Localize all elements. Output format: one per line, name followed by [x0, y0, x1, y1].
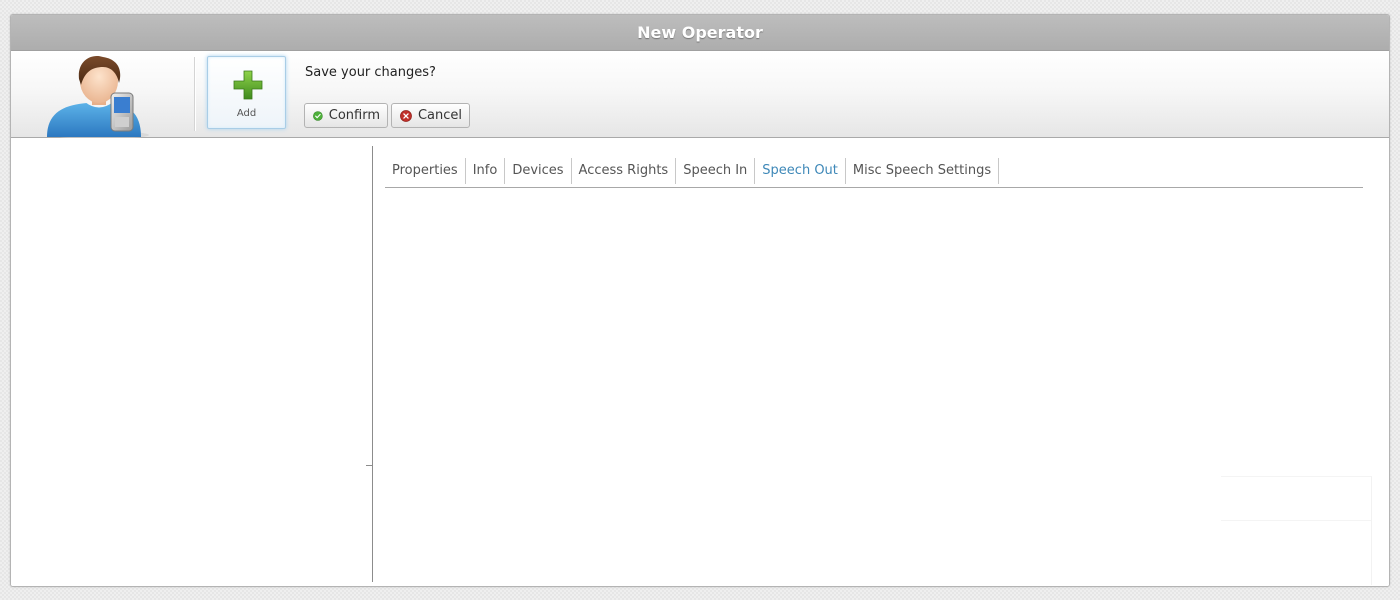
operator-with-phone-icon: [47, 55, 149, 139]
toolbar-separator: [194, 57, 195, 131]
tab-access-rights[interactable]: Access Rights: [572, 158, 677, 184]
faint-divider: [1221, 520, 1371, 521]
cancel-button[interactable]: Cancel: [391, 103, 470, 128]
tab-properties[interactable]: Properties: [385, 158, 466, 184]
tab-bar: Properties Info Devices Access Rights Sp…: [385, 158, 1363, 188]
new-operator-window: New Operator Add Save your changes? Conf…: [10, 14, 1390, 587]
tab-speech-out[interactable]: Speech Out: [755, 158, 846, 184]
faint-panel: [1221, 476, 1372, 585]
check-circle-icon: [313, 110, 323, 121]
window-title: New Operator: [11, 15, 1389, 51]
confirm-button[interactable]: Confirm: [304, 103, 388, 128]
tab-speech-in[interactable]: Speech In: [676, 158, 756, 184]
cancel-button-label: Cancel: [417, 108, 462, 123]
tab-misc-speech-settings[interactable]: Misc Speech Settings: [846, 158, 1000, 184]
add-button[interactable]: Add: [207, 56, 286, 129]
toolbar: Add Save your changes? Confirm Cancel: [11, 51, 1389, 139]
x-circle-icon: [400, 109, 412, 122]
splitter-handle[interactable]: [366, 465, 372, 466]
pane-splitter[interactable]: [372, 146, 373, 582]
plus-icon: [233, 70, 263, 100]
content-area: Properties Info Devices Access Rights Sp…: [11, 138, 1389, 586]
left-pane: [11, 146, 372, 582]
confirm-button-label: Confirm: [328, 108, 380, 123]
tab-info[interactable]: Info: [466, 158, 506, 184]
tab-devices[interactable]: Devices: [505, 158, 572, 184]
save-prompt: Save your changes?: [305, 65, 436, 80]
add-button-label: Add: [236, 108, 257, 119]
